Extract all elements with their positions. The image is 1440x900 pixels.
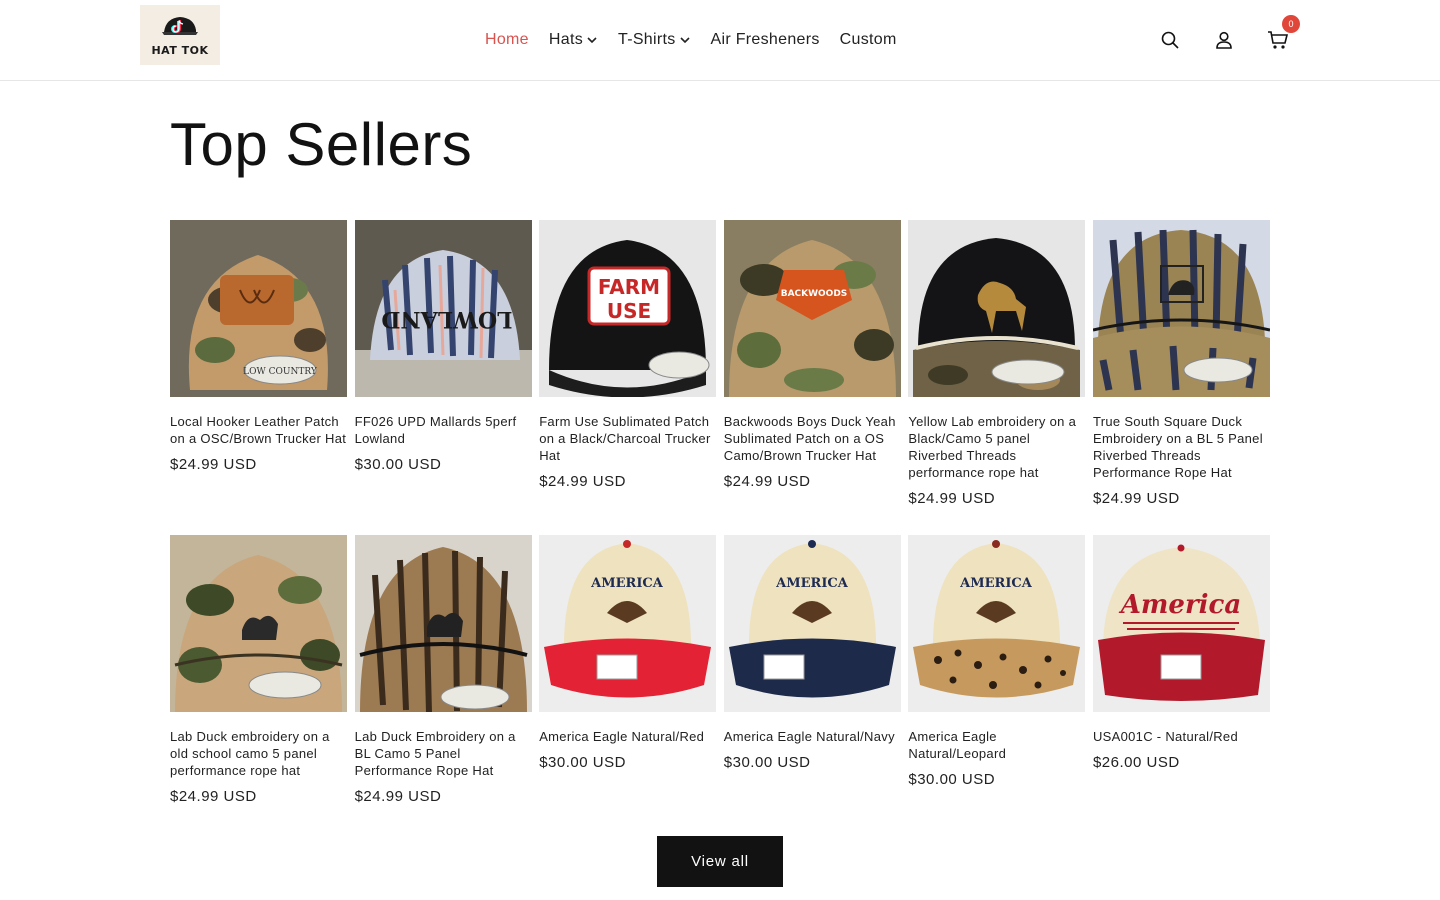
product-price: $30.00 USD [354, 456, 442, 473]
lab-duck-camo-hat-image [170, 535, 347, 712]
farm-use-line-1: FARM [598, 275, 660, 299]
product-image[interactable]: FARM USE [539, 220, 717, 397]
nav-home[interactable]: Home [475, 31, 539, 49]
nav-hats-label: Hats [548, 31, 583, 48]
nav-custom[interactable]: Custom [830, 31, 907, 49]
product-card[interactable]: LOWLAND FF026 UPD Mallards 5perf Lowland… [354, 220, 532, 535]
search-button[interactable] [1150, 20, 1190, 60]
america-patch-text: AMERICA [775, 576, 849, 591]
product-title[interactable]: Local Hooker Leather Patch on a OSC/Brow… [170, 413, 347, 447]
product-title[interactable]: America Eagle Natural/Navy [724, 728, 901, 745]
product-title[interactable]: FF026 UPD Mallards 5perf Lowland [355, 413, 532, 447]
america-patch-text: AMERICA [590, 576, 664, 591]
yellow-lab-hat-image [908, 220, 1086, 397]
product-card[interactable]: BACKWOODS Backwoods Boys Duck Yeah Subli… [723, 220, 901, 535]
product-card[interactable]: Lab Duck Embroidery on a BL Camo 5 Panel… [354, 535, 532, 850]
product-title[interactable]: Yellow Lab embroidery on a Black/Camo 5 … [908, 413, 1085, 481]
chevron-down-icon [587, 37, 597, 44]
backwoods-patch-text: BACKWOODS [780, 289, 847, 299]
product-title[interactable]: Lab Duck Embroidery on a BL Camo 5 Panel… [355, 728, 532, 779]
camo-hat-image: LOW COUNTRY [170, 220, 347, 397]
nav-home-label: Home [485, 31, 529, 48]
account-icon [1216, 31, 1232, 49]
product-image[interactable]: AMERICA [908, 535, 1086, 712]
product-price: $30.00 USD [723, 754, 811, 771]
product-title[interactable]: Lab Duck embroidery on a old school camo… [170, 728, 347, 779]
main-nav: Home Hats T-Shirts Air Fresheners Custom [475, 0, 907, 80]
site-header: HAT TOK Home Hats T-Shirts Air Freshener… [0, 0, 1440, 81]
eagle-navy-hat-image: AMERICA [723, 535, 901, 712]
brand-name: HAT TOK [151, 43, 209, 57]
product-title[interactable]: Backwoods Boys Duck Yeah Sublimated Patc… [724, 413, 901, 464]
cart-button[interactable]: 0 [1258, 15, 1300, 60]
search-icon [1161, 31, 1179, 49]
product-title[interactable]: Farm Use Sublimated Patch on a Black/Cha… [539, 413, 716, 464]
product-image[interactable]: America [1092, 535, 1270, 712]
product-price: $30.00 USD [539, 754, 626, 771]
product-price: $30.00 USD [908, 771, 996, 788]
product-image[interactable] [1092, 220, 1270, 397]
product-image[interactable]: AMERICA [539, 535, 717, 712]
product-image[interactable]: LOW COUNTRY [170, 220, 347, 397]
nav-custom-label: Custom [839, 31, 897, 48]
product-card[interactable]: AMERICA America Eagle Natural/Navy $30.0… [723, 535, 901, 850]
brand-logo[interactable]: HAT TOK [140, 5, 220, 65]
product-price: $24.99 USD [539, 473, 626, 490]
nav-tshirts[interactable]: T-Shirts [608, 31, 701, 49]
product-image[interactable] [908, 220, 1086, 397]
product-image[interactable] [170, 535, 347, 712]
product-price: $24.99 USD [908, 490, 996, 507]
lowland-hat-image: LOWLAND [354, 220, 532, 397]
product-card[interactable]: AMERICA America Eagle Natural/Leopard $3… [908, 535, 1086, 850]
product-card[interactable]: AMERICA America Eagle Natural/Red $30.00… [539, 535, 717, 850]
product-title[interactable]: America Eagle Natural/Leopard [908, 728, 1085, 762]
product-price: $24.99 USD [170, 456, 257, 473]
product-image[interactable]: BACKWOODS [723, 220, 901, 397]
product-title[interactable]: True South Square Duck Embroidery on a B… [1093, 413, 1270, 481]
backwoods-hat-image: BACKWOODS [723, 220, 901, 397]
product-card[interactable]: Yellow Lab embroidery on a Black/Camo 5 … [908, 220, 1086, 535]
eagle-leopard-hat-image: AMERICA [908, 535, 1086, 712]
section-title: Top Sellers [170, 111, 473, 178]
product-price: $26.00 USD [1092, 754, 1180, 771]
product-price: $24.99 USD [354, 788, 442, 805]
lowland-patch-text: LOWLAND [381, 306, 512, 332]
product-price: $24.99 USD [723, 473, 811, 490]
chevron-down-icon [679, 37, 690, 44]
product-card[interactable]: True South Square Duck Embroidery on a B… [1092, 220, 1270, 535]
nav-air-fresheners-label: Air Fresheners [710, 31, 820, 48]
farm-use-line-2: USE [607, 299, 651, 323]
product-title[interactable]: USA001C - Natural/Red [1093, 728, 1270, 745]
product-card[interactable]: Lab Duck embroidery on a old school camo… [170, 535, 347, 850]
america-script-patch-text: America [1118, 590, 1241, 620]
tiktok-hat-logo-icon [162, 16, 198, 35]
nav-air-fresheners[interactable]: Air Fresheners [701, 31, 830, 49]
header-icons: 0 [1150, 15, 1300, 60]
product-title[interactable]: America Eagle Natural/Red [539, 728, 716, 745]
product-card[interactable]: FARM USE Farm Use Sublimated Patch on a … [539, 220, 717, 535]
lab-duck-bl-hat-image [354, 535, 532, 712]
farm-use-hat-image: FARM USE [539, 220, 717, 397]
cart-count-badge: 0 [1282, 15, 1300, 33]
america-patch-text: AMERICA [960, 576, 1034, 591]
product-price: $24.99 USD [1092, 490, 1180, 507]
account-button[interactable] [1204, 20, 1244, 60]
eagle-red-hat-image: AMERICA [539, 535, 717, 712]
product-card[interactable]: LOW COUNTRY Local Hooker Leather Patch o… [170, 220, 347, 535]
product-image[interactable]: LOWLAND [354, 220, 532, 397]
low-country-patch-text: LOW COUNTRY [243, 367, 318, 377]
view-all-button[interactable]: View all [657, 836, 783, 887]
true-south-hat-image [1092, 220, 1270, 397]
product-grid: LOW COUNTRY Local Hooker Leather Patch o… [170, 220, 1270, 850]
product-card[interactable]: America USA001C - Natural/Red $26.00 USD [1092, 535, 1270, 850]
product-image[interactable]: AMERICA [723, 535, 901, 712]
america-script-hat-image: America [1092, 535, 1270, 712]
product-price: $24.99 USD [170, 788, 257, 805]
product-image[interactable] [354, 535, 532, 712]
nav-hats[interactable]: Hats [539, 31, 608, 49]
nav-tshirts-label: T-Shirts [618, 31, 676, 48]
cart-icon [1268, 31, 1289, 49]
